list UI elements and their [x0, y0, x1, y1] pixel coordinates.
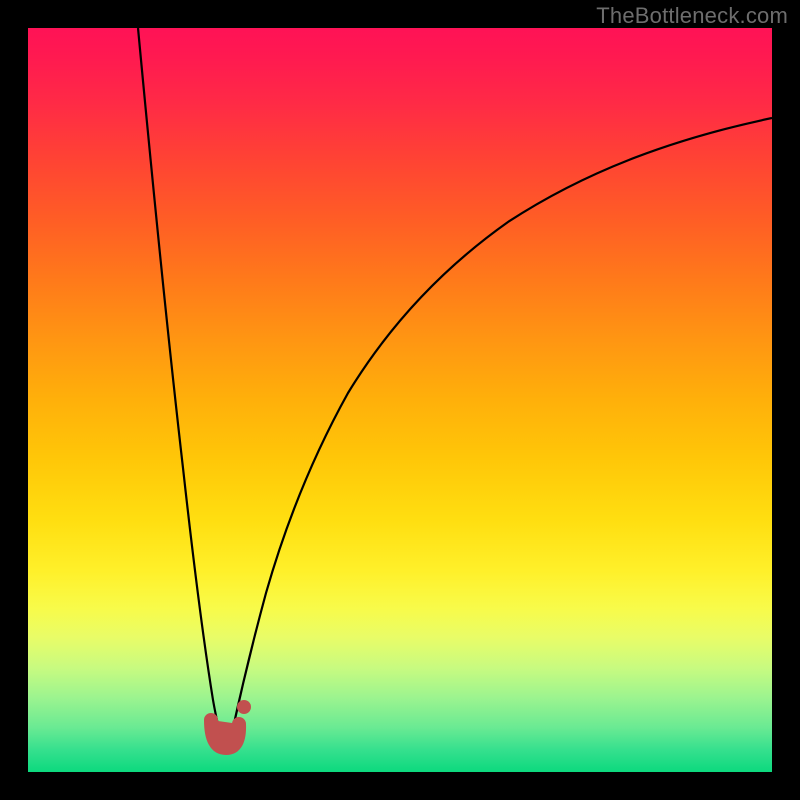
marker-dot-lead — [237, 700, 251, 714]
marker-u-stroke — [211, 720, 239, 748]
chart-frame: TheBottleneck.com — [0, 0, 800, 800]
left-descending-curve — [138, 28, 224, 734]
curve-layer — [28, 28, 772, 772]
right-ascending-curve — [233, 118, 772, 728]
plot-area — [28, 28, 772, 772]
watermark-text: TheBottleneck.com — [596, 3, 788, 29]
